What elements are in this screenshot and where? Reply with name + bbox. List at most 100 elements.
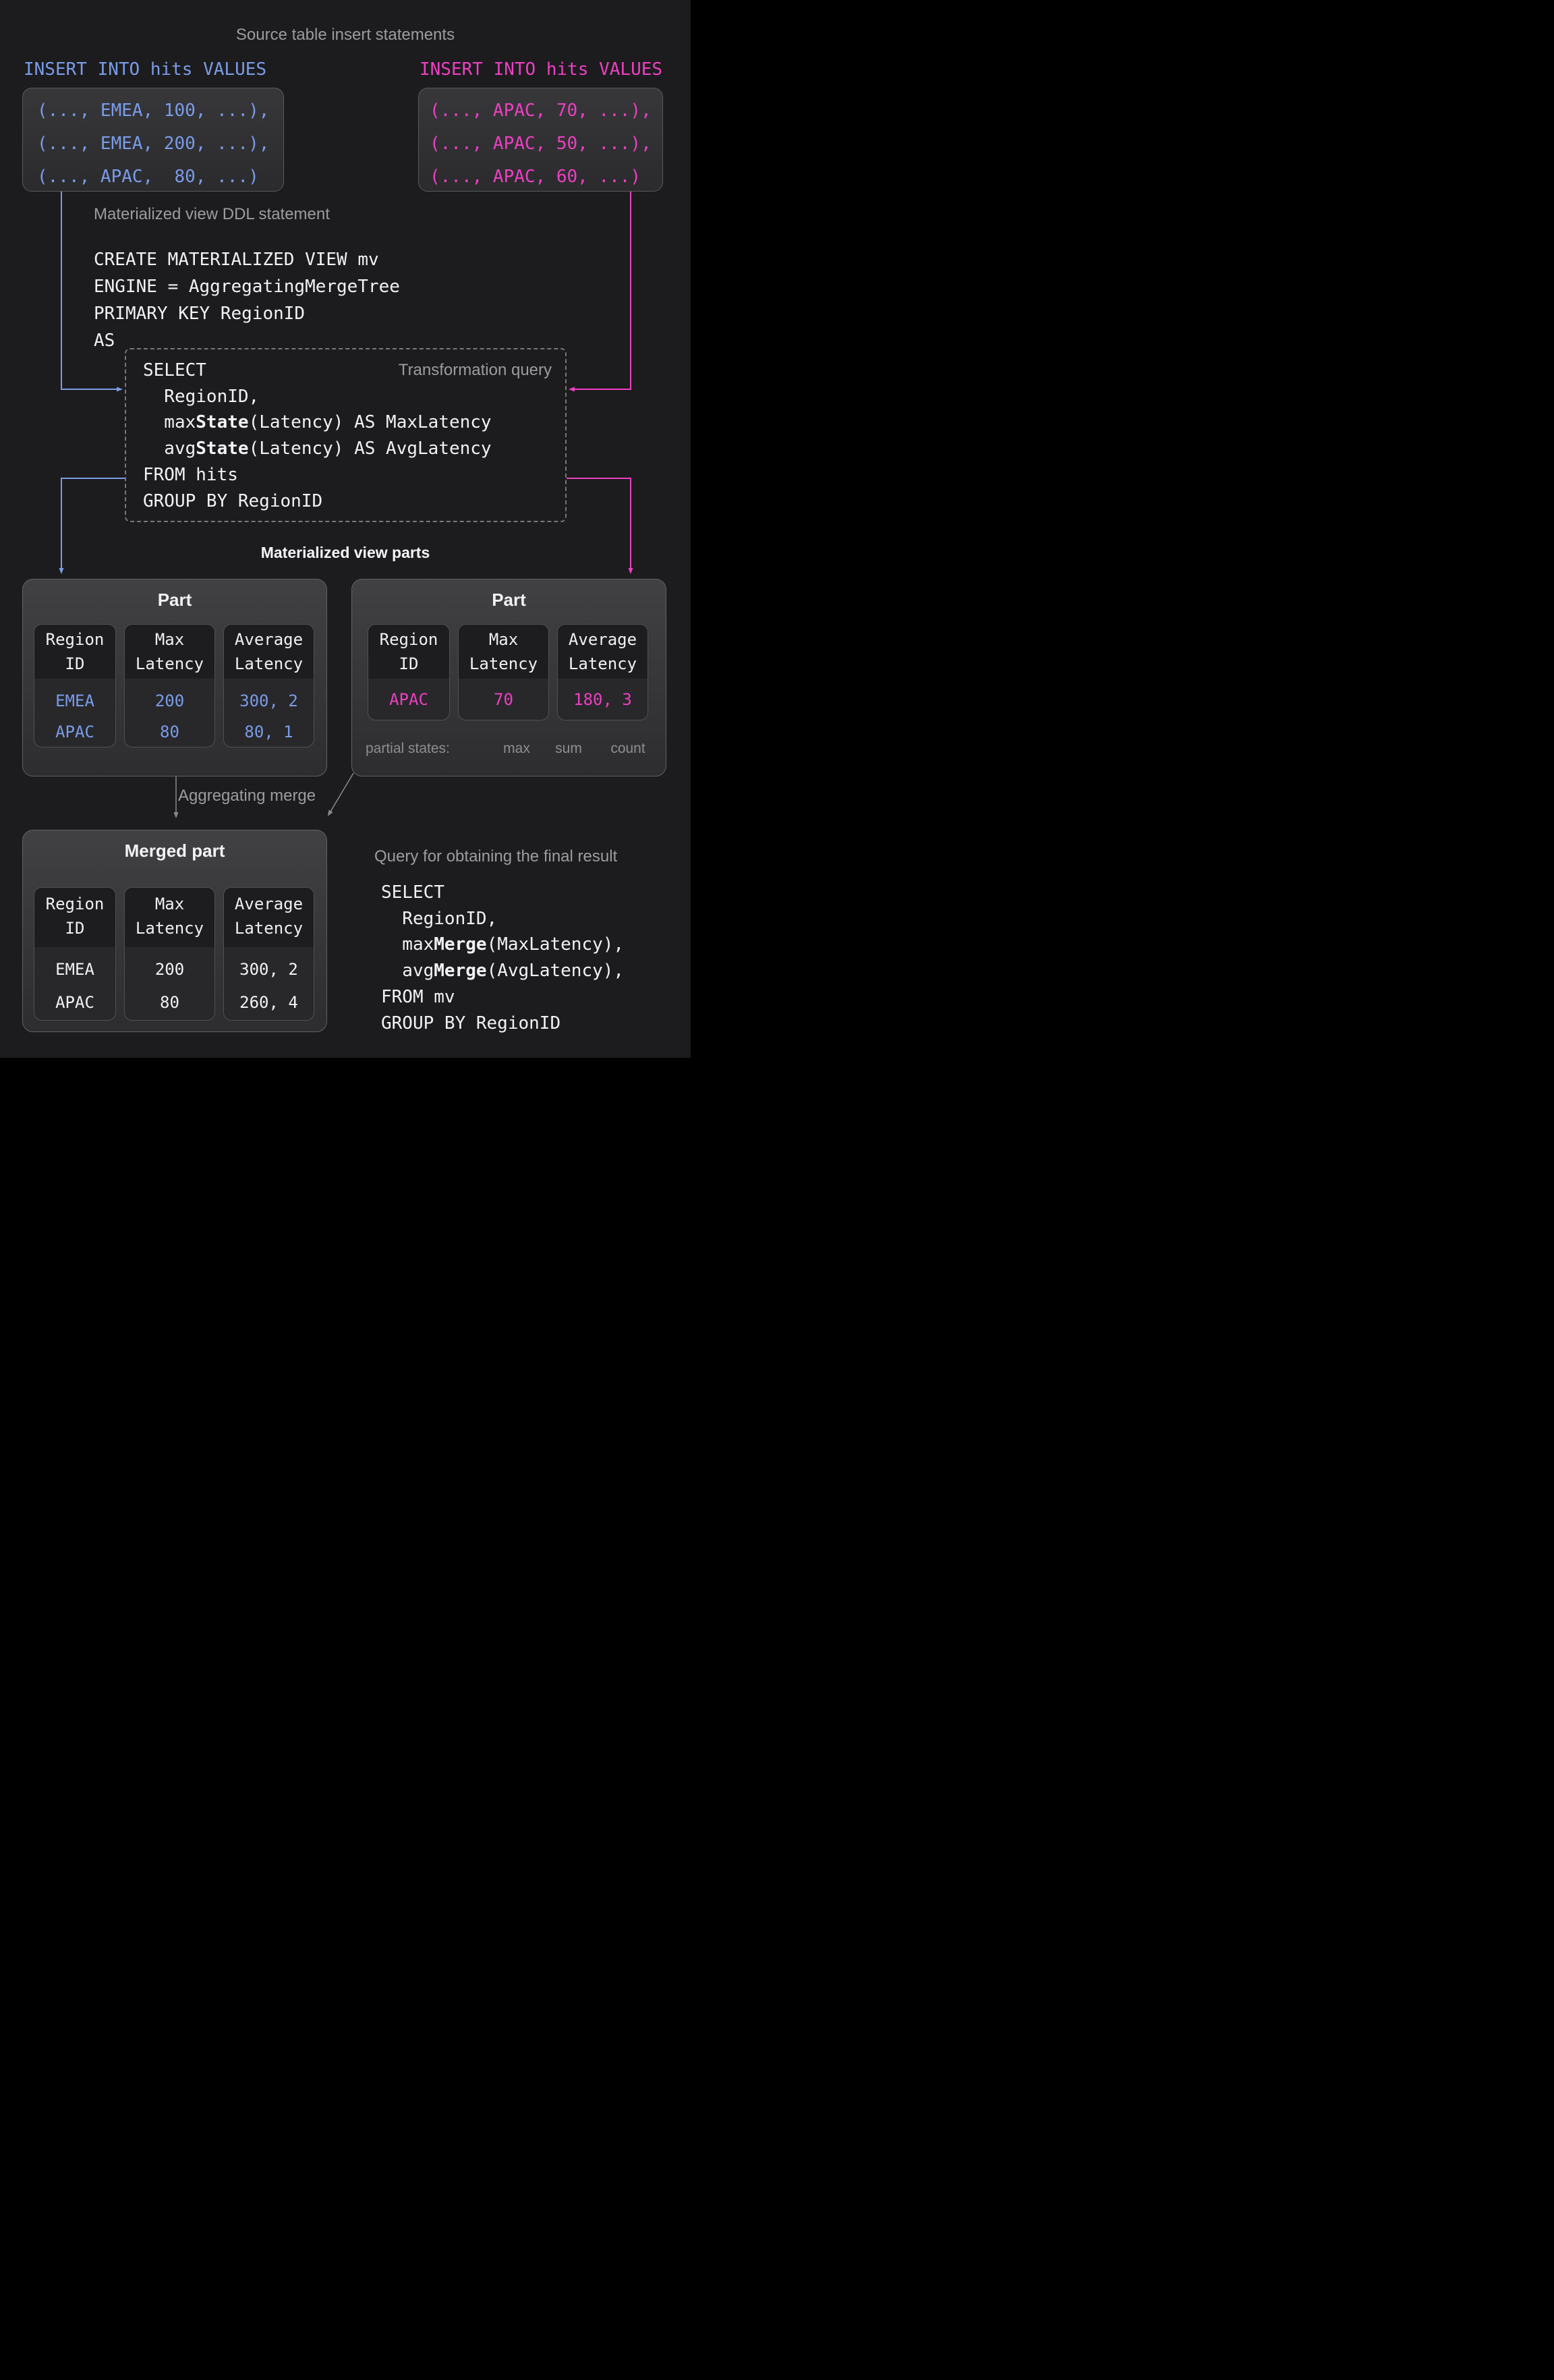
- code-line: ENGINE = AggregatingMergeTree: [94, 273, 400, 300]
- final-query-code: SELECT RegionID, maxMerge(MaxLatency), a…: [381, 880, 624, 1036]
- value-cell: 300, 2: [224, 685, 314, 716]
- insert-left-box: (..., EMEA, 100, ...),(..., EMEA, 200, .…: [22, 88, 284, 192]
- column-values: 20080: [125, 679, 214, 747]
- pink-insert-to-query-line: [574, 192, 631, 389]
- column-values: 300, 2260, 4: [224, 947, 314, 1019]
- part-left-table: RegionIDEMEAAPACMaxLatency20080AverageLa…: [23, 624, 326, 747]
- page-title: Source table insert statements: [0, 26, 691, 45]
- column-header-line: Region: [368, 627, 449, 652]
- code-line: (..., APAC, 80, ...): [37, 161, 283, 194]
- diagram-root: Source table insert statements INSERT IN…: [0, 0, 691, 1058]
- code-line: SELECT: [143, 358, 492, 384]
- column-header-line: Latency: [459, 652, 548, 676]
- code-line: GROUP BY RegionID: [381, 1011, 624, 1037]
- table-column: AverageLatency300, 280, 1: [223, 624, 314, 747]
- value-cell: 80: [125, 716, 214, 747]
- table-column: RegionID EMEAAPAC: [34, 624, 116, 747]
- column-header-line: Max: [125, 627, 214, 652]
- column-header: RegionID: [368, 625, 449, 679]
- code-line: CREATE MATERIALIZED VIEW mv: [94, 246, 400, 273]
- column-header-line: Latency: [125, 916, 214, 940]
- column-values: 20080: [125, 947, 214, 1019]
- column-header-line: ID: [34, 652, 115, 676]
- part-title: Part: [23, 590, 326, 610]
- part-title: Part: [352, 590, 666, 610]
- partial-states-row: partial states: max sum count: [351, 740, 666, 758]
- column-header: AverageLatency: [224, 625, 314, 679]
- merged-part-box: Merged part RegionIDEMEAAPACMaxLatency20…: [22, 830, 327, 1032]
- partial-state-count: count: [610, 740, 645, 758]
- column-values: EMEAAPAC: [34, 679, 115, 747]
- table-column: MaxLatency20080: [124, 624, 215, 747]
- column-values: 300, 280, 1: [224, 679, 314, 747]
- value-cell: 80, 1: [224, 716, 314, 747]
- table-column: AverageLatency300, 2260, 4: [223, 887, 314, 1021]
- insert-right-rows: (..., APAC, 70, ...),(..., APAC, 50, ...…: [419, 88, 662, 194]
- code-line: (..., EMEA, 100, ...),: [37, 94, 283, 128]
- value-cell: 260, 4: [224, 986, 314, 1019]
- code-line: RegionID,: [143, 384, 492, 410]
- value-cell: 70: [459, 684, 548, 715]
- code-line: (..., EMEA, 200, ...),: [37, 128, 283, 161]
- column-header-line: Latency: [224, 652, 314, 676]
- column-values: APAC: [368, 679, 449, 715]
- column-header-line: ID: [368, 652, 449, 676]
- column-header-line: Region: [34, 627, 115, 652]
- code-line: (..., APAC, 60, ...): [430, 161, 662, 194]
- column-header-line: Latency: [558, 652, 648, 676]
- code-line: (..., APAC, 70, ...),: [430, 94, 662, 128]
- transformation-query-code: SELECT RegionID, maxState(Latency) AS Ma…: [143, 358, 492, 514]
- table-column: RegionID APAC: [368, 624, 450, 720]
- value-cell: APAC: [368, 684, 449, 715]
- partial-state-sum: sum: [555, 740, 582, 758]
- value-cell: APAC: [34, 716, 115, 747]
- table-column: AverageLatency 180, 3: [557, 624, 648, 720]
- column-header: AverageLatency: [558, 625, 648, 679]
- ddl-label: Materialized view DDL statement: [94, 205, 330, 224]
- value-cell: 80: [125, 986, 214, 1019]
- ddl-code: CREATE MATERIALIZED VIEW mvENGINE = Aggr…: [94, 246, 400, 354]
- part-box-left: Part RegionIDEMEAAPACMaxLatency20080Aver…: [22, 579, 327, 776]
- column-header-line: Average: [224, 627, 314, 652]
- value-cell: 300, 2: [224, 953, 314, 986]
- column-header: RegionID: [34, 888, 115, 947]
- code-line: maxState(Latency) AS MaxLatency: [143, 409, 492, 436]
- insert-right-header: INSERT INTO hits VALUES: [420, 59, 662, 80]
- code-line: avgMerge(AvgLatency),: [381, 958, 624, 984]
- column-header: MaxLatency: [125, 888, 214, 947]
- code-line: GROUP BY RegionID: [143, 488, 492, 515]
- column-values: EMEAAPAC: [34, 947, 115, 1019]
- parts-heading: Materialized view parts: [0, 544, 691, 561]
- code-line: (..., APAC, 50, ...),: [430, 128, 662, 161]
- column-header-line: Max: [459, 627, 548, 652]
- insert-right-box: (..., APAC, 70, ...),(..., APAC, 50, ...…: [418, 88, 663, 192]
- column-values: 180, 3: [558, 679, 648, 715]
- code-line: SELECT: [381, 880, 624, 906]
- value-cell: EMEA: [34, 685, 115, 716]
- merge-arrow-right: [330, 773, 353, 812]
- column-header: MaxLatency: [125, 625, 214, 679]
- column-header-line: ID: [34, 916, 115, 940]
- value-cell: EMEA: [34, 953, 115, 986]
- column-header-line: Max: [125, 892, 214, 916]
- code-line: avgState(Latency) AS AvgLatency: [143, 436, 492, 462]
- part-right-table: RegionIDAPACMaxLatency70AverageLatency18…: [352, 624, 666, 720]
- column-header-line: Average: [558, 627, 648, 652]
- value-cell: APAC: [34, 986, 115, 1019]
- partial-states-label: partial states:: [366, 740, 450, 758]
- code-line: PRIMARY KEY RegionID: [94, 300, 400, 327]
- code-line: RegionID,: [381, 906, 624, 932]
- insert-left-rows: (..., EMEA, 100, ...),(..., EMEA, 200, .…: [23, 88, 283, 194]
- partial-state-max: max: [503, 740, 530, 758]
- column-values: 70: [459, 679, 548, 715]
- code-line: FROM hits: [143, 462, 492, 488]
- value-cell: 200: [125, 953, 214, 986]
- value-cell: 200: [125, 685, 214, 716]
- table-column: RegionIDEMEAAPAC: [34, 887, 116, 1021]
- code-line: FROM mv: [381, 984, 624, 1011]
- final-query-label: Query for obtaining the final result: [374, 847, 617, 866]
- value-cell: 180, 3: [558, 684, 648, 715]
- column-header-line: Average: [224, 892, 314, 916]
- insert-left-header: INSERT INTO hits VALUES: [24, 59, 266, 80]
- column-header-line: Region: [34, 892, 115, 916]
